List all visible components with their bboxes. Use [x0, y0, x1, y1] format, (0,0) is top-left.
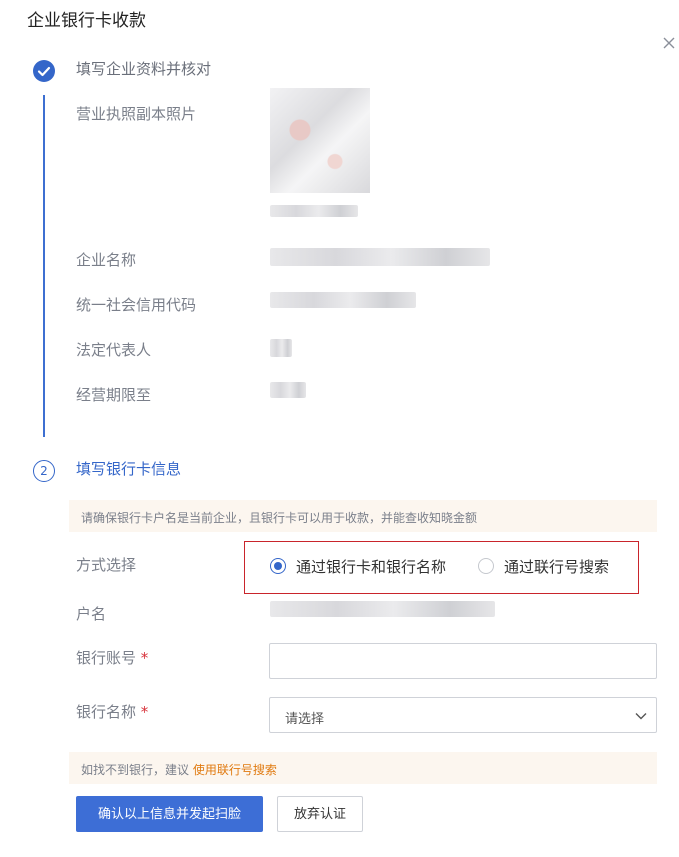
abandon-button[interactable]: 放弃认证 [277, 796, 363, 832]
step-2-title: 填写银行卡信息 [76, 460, 182, 478]
method-branch-code-label[interactable]: 通过联行号搜索 [504, 556, 609, 577]
business-term-label: 经营期限至 [76, 386, 152, 404]
license-photo-caption [270, 205, 358, 217]
step-2-number: 2 [33, 460, 55, 482]
license-photo [270, 88, 370, 193]
bank-account-label: 银行账号 * [76, 649, 149, 667]
bank-name-placeholder: 请选择 [285, 712, 325, 727]
bank-notice: 请确保银行卡户名是当前企业，且银行卡可以用于收款，并能查收知晓金额 [69, 500, 657, 532]
license-photo-label: 营业执照副本照片 [76, 105, 197, 123]
step-1-check-icon [33, 60, 55, 82]
step-connector [43, 95, 45, 437]
legal-rep-value [270, 339, 292, 357]
bank-name-select[interactable]: 请选择 [269, 697, 657, 733]
method-bank-name-radio[interactable] [270, 558, 286, 574]
method-label: 方式选择 [76, 556, 137, 574]
dialog-title: 企业银行卡收款 [27, 11, 146, 31]
required-mark: * [140, 649, 149, 667]
company-name-label: 企业名称 [76, 251, 137, 269]
method-branch-code-radio[interactable] [478, 558, 494, 574]
account-name-value [270, 601, 495, 617]
company-name-value [270, 248, 490, 266]
bank-hint: 如找不到银行，建议 使用联行号搜索 [69, 752, 657, 784]
bank-account-input[interactable] [269, 643, 657, 679]
required-mark: * [140, 703, 149, 721]
credit-code-value [270, 292, 416, 308]
account-name-label: 户名 [76, 605, 107, 623]
method-bank-name-label[interactable]: 通过银行卡和银行名称 [296, 556, 446, 577]
confirm-scan-button[interactable]: 确认以上信息并发起扫脸 [76, 796, 263, 832]
branch-code-search-link[interactable]: 使用联行号搜索 [193, 763, 277, 777]
bank-name-label: 银行名称 * [76, 703, 149, 721]
legal-rep-label: 法定代表人 [76, 341, 152, 359]
chevron-down-icon [634, 708, 648, 727]
step-1-title: 填写企业资料并核对 [76, 60, 212, 78]
close-icon[interactable] [661, 35, 677, 51]
credit-code-label: 统一社会信用代码 [76, 296, 197, 314]
business-term-value [270, 382, 306, 398]
